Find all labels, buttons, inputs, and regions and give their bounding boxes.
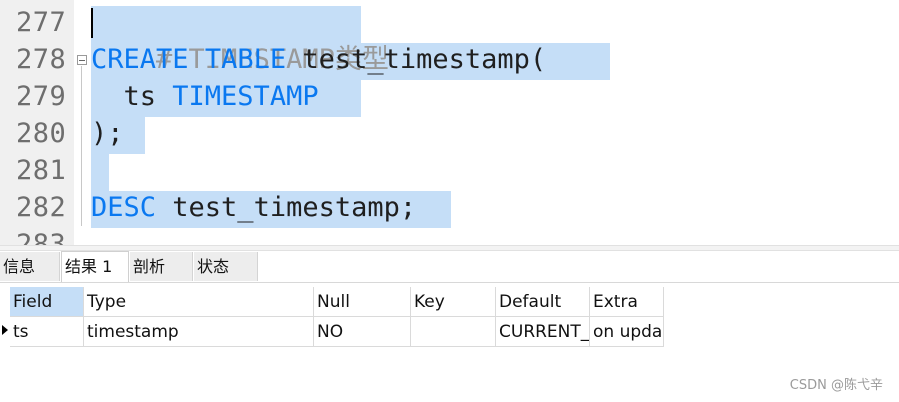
- line-number: 281: [16, 155, 67, 186]
- line-number-gutter: 277 278 279 280 281 282 283: [0, 0, 74, 245]
- result-tabs: 信息 结果 1 剖析 状态: [0, 251, 899, 283]
- table-cell-key[interactable]: [411, 317, 496, 347]
- sql-editor[interactable]: 277 278 279 280 281 282 283 # TIMESTAMP类…: [0, 0, 899, 245]
- current-row-indicator-icon: [2, 325, 8, 335]
- sql-text: );: [91, 118, 124, 149]
- sql-text: ts: [91, 81, 173, 112]
- line-number: 282: [16, 192, 67, 223]
- column-header-key[interactable]: Key: [411, 287, 496, 317]
- table-cell-type[interactable]: timestamp: [84, 317, 314, 347]
- table-cell-field[interactable]: ts: [10, 317, 84, 347]
- fold-toggle-icon[interactable]: [77, 55, 87, 65]
- selection-highlight: [91, 154, 109, 191]
- column-header-default[interactable]: Default: [496, 287, 590, 317]
- code-line-278[interactable]: CREATE TABLE test_timestamp(: [91, 41, 546, 78]
- line-number: 279: [16, 81, 67, 112]
- fold-guide: [81, 66, 82, 226]
- line-number: 278: [16, 44, 67, 75]
- sql-text: test_timestamp;: [156, 192, 417, 223]
- pane-splitter[interactable]: [0, 245, 899, 251]
- line-number: 280: [16, 118, 67, 149]
- code-line-279[interactable]: ts TIMESTAMP: [91, 78, 319, 115]
- column-header-field[interactable]: Field: [10, 287, 84, 317]
- sql-text: test_timestamp(: [286, 44, 547, 75]
- line-number: 277: [16, 7, 67, 38]
- sql-keyword: CREATE: [91, 44, 189, 75]
- sql-keyword: TIMESTAMP: [172, 81, 319, 112]
- table-cell-null[interactable]: NO: [314, 317, 411, 347]
- code-line-280[interactable]: );: [91, 115, 124, 152]
- table-cell-extra[interactable]: on upda: [590, 317, 664, 347]
- tab-info[interactable]: 信息: [0, 252, 60, 281]
- sql-keyword: DESC: [91, 192, 157, 223]
- tab-profile[interactable]: 剖析: [130, 252, 193, 281]
- tab-result-1[interactable]: 结果 1: [61, 251, 129, 282]
- column-header-type[interactable]: Type: [84, 287, 314, 317]
- table-cell-default[interactable]: CURRENT_: [496, 317, 590, 347]
- line-number: 283: [16, 229, 67, 245]
- column-header-extra[interactable]: Extra: [590, 287, 664, 317]
- column-header-null[interactable]: Null: [314, 287, 411, 317]
- code-line-282[interactable]: DESC test_timestamp;: [91, 189, 416, 226]
- tab-status[interactable]: 状态: [194, 252, 258, 281]
- watermark: CSDN @陈弋辛: [789, 378, 883, 393]
- sql-keyword: TABLE: [204, 44, 287, 75]
